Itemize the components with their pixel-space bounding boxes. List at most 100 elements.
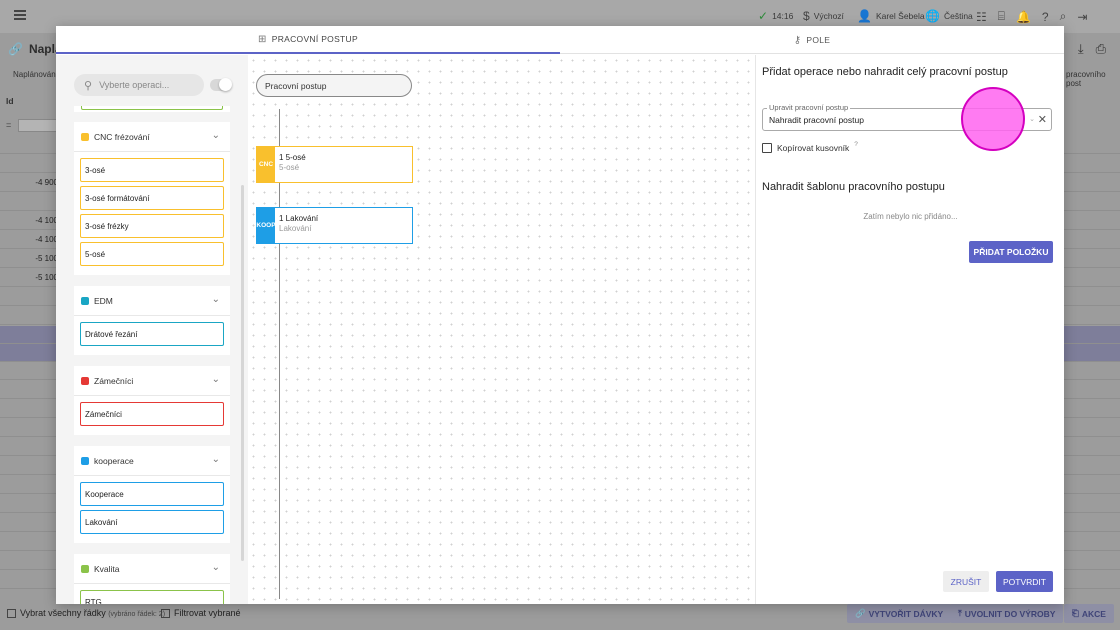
release-button[interactable]: ⤒ UVOLNIT DO VÝROBY <box>950 604 1064 623</box>
operation-item[interactable]: 3-osé formátování <box>80 186 224 210</box>
logout-icon[interactable]: ⇥ <box>1077 10 1087 24</box>
panel-toggle[interactable] <box>210 78 232 91</box>
category-list: CNC frézování ⌄ 3-osé 3-osé formátování … <box>74 106 230 604</box>
operation-item[interactable]: RTG <box>80 590 224 604</box>
operation-item[interactable]: 5-osé <box>80 242 224 266</box>
filter-operator: = <box>6 120 12 130</box>
template-heading: Nahradit šablonu pracovního postupu <box>762 181 945 193</box>
dollar-icon: $ <box>803 9 810 23</box>
chevron-down-icon[interactable]: ⌄ <box>1029 115 1035 123</box>
category-quality: Kvalita ⌄ RTG <box>74 554 230 604</box>
operation-search[interactable]: ⚲ Vyberte operaci... <box>74 74 204 96</box>
category-header[interactable]: Zámečníci ⌄ <box>74 366 230 396</box>
actions-button[interactable]: ⎗ AKCE <box>1064 604 1114 623</box>
chevron-down-icon[interactable]: ⌄ <box>212 130 220 141</box>
clipboard-icon: ⎗ <box>1072 608 1079 618</box>
modal-tabs: ⊞ PRACOVNÍ POSTUP ⚷ POLE <box>56 26 1064 54</box>
create-batches-button[interactable]: 🔗 VYTVOŘIT DÁVKY <box>847 604 952 623</box>
category-header[interactable]: CNC frézování ⌄ <box>74 122 230 152</box>
node-subtitle: Lakování <box>279 224 312 233</box>
category-cnc: CNC frézování ⌄ 3-osé 3-osé formátování … <box>74 122 230 275</box>
category-color-dot <box>81 296 89 305</box>
operation-item[interactable]: Zámečníci <box>80 402 224 426</box>
operation-partial[interactable] <box>81 106 223 110</box>
id-header[interactable]: Id <box>6 96 14 106</box>
cancel-button[interactable]: ZRUŠIT <box>943 571 989 592</box>
category-color-dot <box>81 456 89 465</box>
copy-bom-checkbox[interactable] <box>762 143 772 153</box>
operations-panel: ⚲ Vyberte operaci... CNC frézování ⌄ 3-o… <box>56 55 248 604</box>
copy-bom-option[interactable]: Kopírovat kusovník ? <box>762 141 858 153</box>
download-icon[interactable]: ⤓ <box>1078 41 1084 57</box>
column-header-right[interactable]: pracovního post <box>1066 70 1120 88</box>
clear-icon[interactable]: ✕ <box>1038 113 1047 126</box>
node-title: 1 5-osé <box>279 153 306 162</box>
link-icon: 🔗 <box>855 608 866 618</box>
status-language[interactable]: 🌐 Čeština <box>925 9 973 23</box>
node-subtitle: 5-osé <box>279 163 300 172</box>
workflow-node[interactable]: CNC 1 5-osé 5-osé <box>256 146 413 183</box>
category-cooperation: kooperace ⌄ Kooperace Lakování <box>74 446 230 543</box>
chevron-down-icon[interactable]: ⌄ <box>212 374 220 385</box>
workflow-node[interactable]: KOOP 1 Lakování Lakování <box>256 207 413 244</box>
filter-selected-checkbox[interactable] <box>161 609 170 619</box>
panel-scrollbar[interactable] <box>241 185 244 561</box>
category-header[interactable]: kooperace ⌄ <box>74 446 230 476</box>
node-tag: KOOP <box>256 208 276 243</box>
link-icon: 🔗 <box>8 42 23 56</box>
chevron-down-icon[interactable]: ⌄ <box>212 562 220 573</box>
add-item-button[interactable]: PŘIDAT POLOŽKU <box>969 241 1053 263</box>
sitemap-icon: ⊞ <box>258 33 267 45</box>
signpost-icon[interactable]: ☷ <box>976 10 987 24</box>
confirm-button[interactable]: POTVRDIT <box>996 571 1053 592</box>
workflow-root[interactable]: Pracovní postup <box>256 74 412 97</box>
category-edm: EDM ⌄ Drátové řezání <box>74 286 230 355</box>
operation-item[interactable]: Kooperace <box>80 482 224 506</box>
status-env[interactable]: $ Výchozí <box>803 9 844 23</box>
status-icons: ☷ ⌸ 🔔 ? ⌕ ⇥ <box>976 9 1087 24</box>
help-icon[interactable]: ? <box>854 141 858 148</box>
field-label: Upravit pracovní postup <box>767 103 851 112</box>
menu-icon[interactable] <box>14 10 26 20</box>
print-icon[interactable]: ⎙ <box>1096 41 1106 57</box>
category-color-dot <box>81 376 89 385</box>
operation-item[interactable]: 3-osé <box>80 158 224 182</box>
globe-icon: 🌐 <box>925 9 940 23</box>
category-locksmiths: Zámečníci ⌄ Zámečníci <box>74 366 230 435</box>
category-header[interactable]: Kvalita ⌄ <box>74 554 230 584</box>
category-header[interactable]: EDM ⌄ <box>74 286 230 316</box>
workflow-modal: ⊞ PRACOVNÍ POSTUP ⚷ POLE ⚲ Vyberte opera… <box>56 26 1064 604</box>
select-all-checkbox[interactable] <box>7 609 16 619</box>
help-icon[interactable]: ? <box>1042 10 1049 24</box>
select-all-rows[interactable]: Vybrat všechny řádky (vybráno řádek: 2) <box>7 608 165 619</box>
user-icon: 👤 <box>857 9 872 23</box>
category-color-dot <box>81 564 89 573</box>
operation-item[interactable]: 3-osé frézky <box>80 214 224 238</box>
column-header[interactable]: Naplánován <box>13 70 56 79</box>
operation-item[interactable]: Drátové řezání <box>80 322 224 346</box>
cursor-highlight <box>961 87 1025 151</box>
gift-icon[interactable]: ⌸ <box>998 9 1005 24</box>
page-tools: ⤓ ⎙ <box>1078 41 1106 57</box>
status-user[interactable]: 👤 Karel Šebela <box>857 9 925 23</box>
tab-workflow[interactable]: ⊞ PRACOVNÍ POSTUP <box>56 26 560 54</box>
check-circle-icon: ✓ <box>758 9 769 23</box>
panel-heading: Přidat operace nebo nahradit celý pracov… <box>762 66 1008 78</box>
key-icon: ⚷ <box>793 34 802 46</box>
chevron-down-icon[interactable]: ⌄ <box>212 454 220 465</box>
node-tag: CNC <box>257 147 275 182</box>
chevron-down-icon[interactable]: ⌄ <box>212 294 220 305</box>
empty-state: Zatím nebylo nic přidáno... <box>863 212 958 221</box>
bell-icon[interactable]: 🔔 <box>1016 10 1031 24</box>
id-filter-input[interactable] <box>18 119 58 132</box>
category-partial <box>74 106 230 112</box>
field-value: Nahradit pracovní postup <box>769 115 864 125</box>
status-time: ✓ 14:16 <box>758 9 794 23</box>
search-icon[interactable]: ⌕ <box>1060 9 1067 24</box>
node-title: 1 Lakování <box>279 214 319 223</box>
search-icon: ⚲ <box>84 79 93 92</box>
workflow-canvas[interactable]: Pracovní postup CNC 1 5-osé 5-osé KOOP 1… <box>248 55 755 604</box>
tab-fields[interactable]: ⚷ POLE <box>560 26 1064 54</box>
filter-selected[interactable]: Filtrovat vybrané <box>161 608 241 619</box>
operation-item[interactable]: Lakování <box>80 510 224 534</box>
